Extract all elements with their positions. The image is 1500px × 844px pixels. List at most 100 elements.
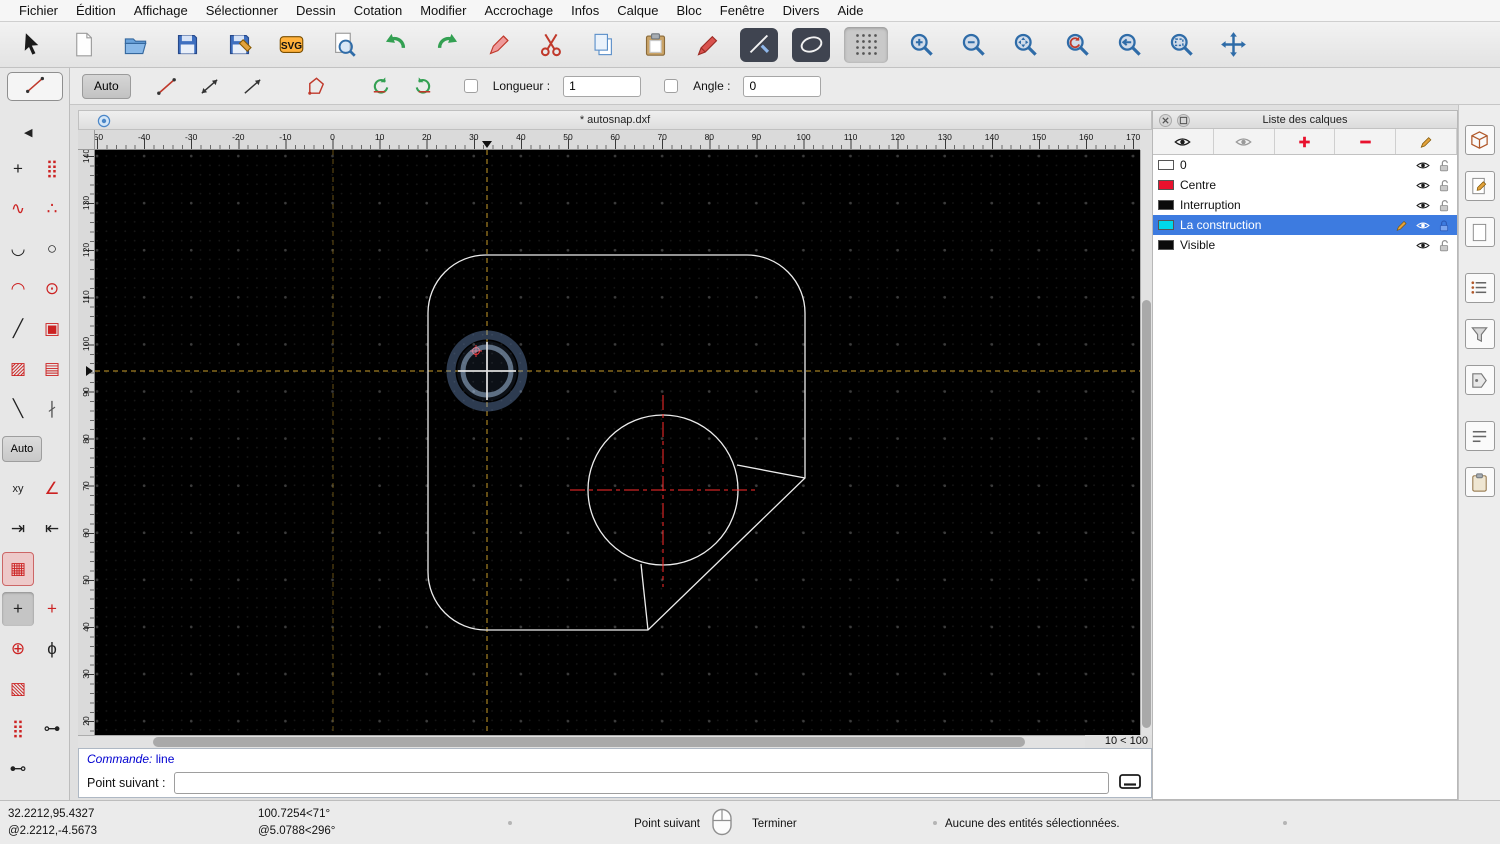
redo-segment-button[interactable] — [407, 72, 441, 100]
line-tangent-button[interactable]: ∤ — [36, 392, 68, 426]
show-all-layers-button[interactable] — [1153, 129, 1214, 154]
snap-grid-points-button[interactable]: ⣿ — [36, 152, 68, 186]
arc-center-point-button[interactable]: ◠ — [2, 272, 34, 306]
dock-tag-button[interactable] — [1464, 365, 1495, 395]
dock-blocks-button[interactable] — [1464, 125, 1495, 155]
zoom-window-button[interactable] — [1162, 27, 1200, 63]
polyline-close-button[interactable] — [300, 72, 334, 100]
angle-input[interactable] — [743, 75, 822, 97]
copy-button[interactable] — [584, 27, 622, 63]
segment-arrows-button[interactable] — [193, 72, 227, 100]
ellipse-tool-button[interactable] — [792, 27, 830, 62]
menu-modifier[interactable]: Modifier — [411, 3, 475, 18]
menu-selectionner[interactable]: Sélectionner — [197, 3, 287, 18]
coordinates-polar-button[interactable]: ∠ — [36, 472, 68, 506]
save-as-button[interactable] — [220, 27, 258, 63]
set-relative-zero-button[interactable]: ⊶ — [36, 712, 68, 746]
document-window-titlebar[interactable]: * autosnap.dxf — [78, 110, 1152, 130]
menu-cotation[interactable]: Cotation — [345, 3, 411, 18]
coordinates-cartesian-button[interactable]: xy — [2, 472, 34, 506]
layer-color-swatch[interactable] — [1158, 180, 1174, 190]
menu-infos[interactable]: Infos — [562, 3, 608, 18]
draw-point-button[interactable]: + — [2, 152, 34, 186]
dock-clipboard-button[interactable] — [1464, 467, 1495, 497]
dock-properties-button[interactable] — [1464, 421, 1495, 451]
modify-layer-button[interactable] — [1396, 129, 1457, 154]
layer-color-swatch[interactable] — [1158, 200, 1174, 210]
new-document-button[interactable] — [64, 27, 102, 63]
layer-visibility-icon[interactable] — [1416, 198, 1431, 212]
snap-auto-button[interactable]: Auto — [2, 436, 42, 462]
vertical-scrollbar-thumb[interactable] — [1142, 300, 1151, 728]
layer-lock-icon[interactable] — [1437, 218, 1452, 232]
close-panel-button[interactable] — [1159, 113, 1172, 127]
menu-affichage[interactable]: Affichage — [125, 3, 197, 18]
dock-library-button[interactable] — [1464, 171, 1495, 201]
redo-button[interactable] — [428, 27, 466, 63]
horizontal-scrollbar-thumb[interactable] — [153, 737, 1025, 747]
layer-row-0[interactable]: 0 — [1153, 155, 1457, 175]
menu-divers[interactable]: Divers — [774, 3, 829, 18]
menu-edition[interactable]: Édition — [67, 3, 125, 18]
draw-pen-button[interactable] — [688, 27, 726, 63]
menu-aide[interactable]: Aide — [828, 3, 872, 18]
length-checkbox[interactable] — [463, 79, 478, 93]
layer-lock-icon[interactable] — [1437, 238, 1452, 252]
line-two-points-button[interactable]: ╱ — [2, 312, 34, 346]
length-input[interactable] — [563, 75, 642, 97]
layer-color-swatch[interactable] — [1158, 220, 1174, 230]
restrict-horizontal-button[interactable]: ⇥ — [2, 512, 34, 546]
zoom-redraw-button[interactable] — [1058, 27, 1096, 63]
delete-selected-button[interactable] — [480, 27, 518, 63]
circle-two-points-button[interactable]: ○ — [36, 232, 68, 266]
layer-row-centre[interactable]: Centre — [1153, 175, 1457, 195]
layer-lock-icon[interactable] — [1437, 198, 1452, 212]
snap-distance-button[interactable]: ⣿ — [2, 712, 34, 746]
remove-layer-button[interactable] — [1335, 129, 1397, 154]
line-free-button[interactable]: ╲ — [2, 392, 34, 426]
arc-three-points-button[interactable]: ◡ — [2, 232, 34, 266]
snap-grid-button[interactable]: + — [2, 592, 34, 626]
angle-checkbox[interactable] — [664, 79, 679, 93]
menu-bloc[interactable]: Bloc — [667, 3, 710, 18]
dock-sheet-button[interactable] — [1464, 217, 1495, 247]
command-input[interactable] — [173, 772, 1109, 794]
menu-fenetre[interactable]: Fenêtre — [711, 3, 774, 18]
zoom-auto-button[interactable] — [1006, 27, 1044, 63]
cut-button[interactable] — [532, 27, 570, 63]
segment-arrow-button[interactable] — [236, 72, 270, 100]
select-window-button[interactable]: ▣ — [36, 312, 68, 346]
layer-row-interruption[interactable]: Interruption — [1153, 195, 1457, 215]
layer-row-visible[interactable]: Visible — [1153, 235, 1457, 255]
hide-all-layers-button[interactable] — [1214, 129, 1275, 154]
zoom-out-button[interactable] — [954, 27, 992, 63]
hatch-angle-button[interactable]: ▧ — [2, 672, 34, 706]
paste-button[interactable] — [636, 27, 674, 63]
dock-entity-list-button[interactable] — [1464, 273, 1495, 303]
circle-center-point-button[interactable]: ⊙ — [36, 272, 68, 306]
menu-dessin[interactable]: Dessin — [287, 3, 345, 18]
layer-lock-icon[interactable] — [1437, 158, 1452, 172]
current-tool-line-button[interactable] — [7, 72, 63, 101]
open-file-button[interactable] — [116, 27, 154, 63]
snap-center-button[interactable]: ⊕ — [2, 632, 34, 666]
layer-visibility-icon[interactable] — [1416, 178, 1431, 192]
select-cursor-button[interactable] — [12, 27, 50, 63]
collapse-rail-icon[interactable]: ◀ — [24, 126, 32, 139]
snap-intersection-button[interactable]: ▦ — [2, 552, 34, 586]
drawing-canvas[interactable] — [95, 150, 1140, 735]
vertical-scrollbar[interactable] — [1140, 150, 1152, 735]
layer-color-swatch[interactable] — [1158, 240, 1174, 250]
add-layer-button[interactable] — [1275, 129, 1336, 154]
line-mode-auto-button[interactable]: Auto — [82, 73, 131, 99]
segment-line-button[interactable] — [150, 72, 184, 100]
zoom-pan-button[interactable] — [1214, 27, 1252, 63]
layer-color-swatch[interactable] — [1158, 160, 1174, 170]
free-points-button[interactable]: ∴ — [36, 192, 68, 226]
layer-row-la-construction[interactable]: La construction — [1153, 215, 1457, 235]
menu-calque[interactable]: Calque — [608, 3, 667, 18]
hatch-scaled-button[interactable]: ▤ — [36, 352, 68, 386]
layer-lock-icon[interactable] — [1437, 178, 1452, 192]
undock-panel-button[interactable] — [1177, 113, 1190, 127]
lock-relative-zero-button[interactable]: ⊷ — [2, 752, 34, 786]
